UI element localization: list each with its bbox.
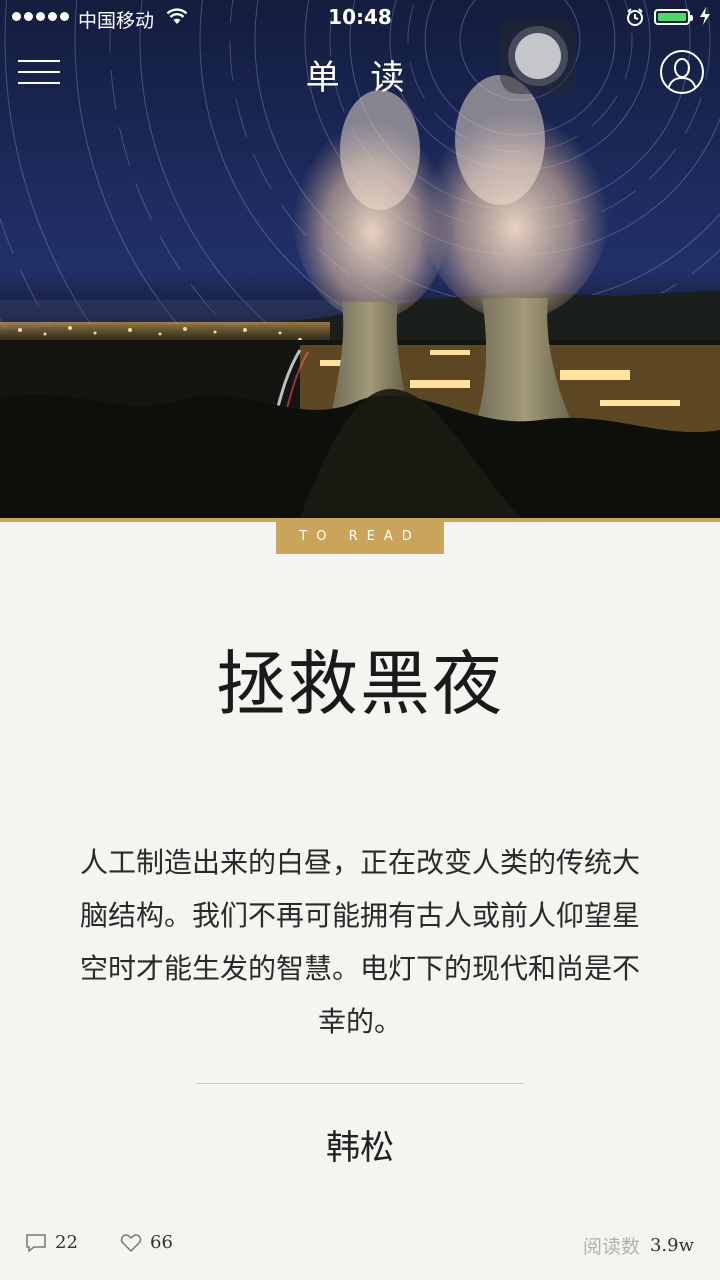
- article-title[interactable]: 拯救黑夜: [0, 628, 720, 729]
- divider: [196, 1083, 524, 1084]
- heart-icon: [120, 1233, 142, 1252]
- article-footer: 22 66 阅读数 3.9w: [0, 1228, 720, 1262]
- status-time: 10:48: [328, 5, 392, 29]
- category-tag: TO READ: [276, 520, 444, 554]
- assistive-touch-button[interactable]: [500, 18, 576, 94]
- like-button[interactable]: 66: [120, 1232, 173, 1253]
- comment-icon: [26, 1233, 46, 1253]
- profile-icon: [667, 58, 697, 91]
- profile-button[interactable]: [660, 50, 704, 94]
- read-count: 阅读数 3.9w: [583, 1232, 694, 1259]
- comment-button[interactable]: 22: [25, 1232, 78, 1253]
- status-bar: 中国移动 10:48: [0, 0, 720, 36]
- read-count-label: 阅读数: [582, 1236, 640, 1258]
- battery-icon: [654, 9, 693, 25]
- comment-count: 22: [55, 1232, 78, 1253]
- app-title: 单 读: [305, 58, 415, 98]
- alarm-icon: [625, 7, 645, 32]
- article-author: 韩松: [326, 1128, 394, 1168]
- read-count-value: 3.9w: [649, 1235, 694, 1256]
- like-count: 66: [150, 1232, 173, 1253]
- article-summary[interactable]: 人工制造出来的白昼，正在改变人类的传统大脑结构。我们不再可能拥有古人或前人仰望星…: [80, 836, 640, 1048]
- charging-icon: [699, 6, 711, 31]
